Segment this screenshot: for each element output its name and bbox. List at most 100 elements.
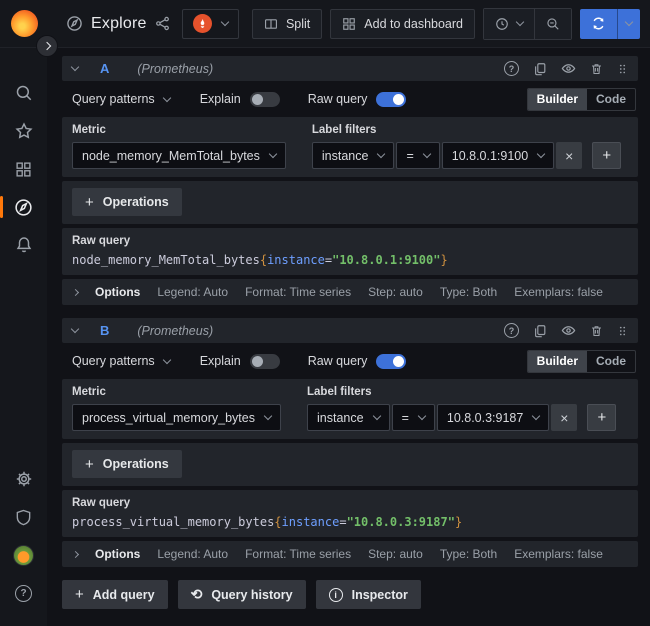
datasource-picker[interactable] [182, 9, 239, 39]
code-tab[interactable]: Code [587, 89, 635, 110]
add-filter-button[interactable] [587, 404, 616, 431]
split-button[interactable]: Split [252, 9, 322, 39]
options-label: Options [95, 547, 140, 561]
plus-icon [85, 195, 94, 210]
label-filter-value-select[interactable]: 10.8.0.3:9187 [437, 404, 549, 431]
builder-tab[interactable]: Builder [528, 89, 587, 110]
info-circle-icon [329, 588, 343, 602]
grafana-logo[interactable] [11, 10, 38, 37]
label-filter-name: instance [317, 411, 364, 425]
sidebar-item-explore[interactable] [0, 188, 47, 226]
remove-filter-button[interactable] [556, 142, 582, 169]
run-query-controls [580, 9, 640, 39]
operations-label: Operations [103, 457, 169, 471]
delete-query-trash-icon[interactable] [590, 62, 603, 76]
drag-handle-icon[interactable] [617, 324, 628, 338]
query-patterns-label: Query patterns [72, 354, 155, 368]
code-tab[interactable]: Code [587, 351, 635, 372]
raw-query-toggle[interactable] [376, 92, 406, 107]
query-header[interactable]: B (Prometheus) [62, 318, 638, 343]
left-sidebar [0, 48, 47, 626]
metric-select[interactable]: node_memory_MemTotal_bytes [72, 142, 286, 169]
sidebar-item-help[interactable] [0, 574, 47, 612]
datasource-help-icon[interactable] [504, 61, 519, 76]
label-filter-name: instance [322, 149, 369, 163]
collapse-chevron-icon[interactable] [71, 63, 79, 71]
hide-query-eye-icon[interactable] [561, 61, 576, 76]
collapse-chevron-icon[interactable] [71, 325, 79, 333]
query-header[interactable]: A (Prometheus) [62, 56, 638, 81]
raw-query-label: Raw query [72, 235, 628, 247]
sidebar-expand-button[interactable] [36, 35, 58, 57]
sidebar-item-profile[interactable] [0, 536, 47, 574]
sidebar-item-server-admin[interactable] [0, 498, 47, 536]
options-row[interactable]: Options Legend: Auto Format: Time series… [62, 541, 638, 567]
metric-value: process_virtual_memory_bytes [82, 411, 255, 425]
inspector-button[interactable]: Inspector [316, 580, 421, 609]
options-row[interactable]: Options Legend: Auto Format: Time series… [62, 279, 638, 305]
sidebar-item-dashboards[interactable] [0, 150, 47, 188]
query-toolbar: Query patterns Explain Raw query Builder… [62, 343, 638, 379]
zoom-out-time-button[interactable] [534, 9, 571, 39]
inspector-label: Inspector [352, 588, 408, 602]
explain-toggle[interactable] [250, 92, 280, 107]
label-filter-op-select[interactable]: = [396, 142, 439, 169]
raw-label: instance [282, 515, 340, 529]
chevron-down-icon [220, 18, 228, 26]
raw-brace-close: } [440, 253, 447, 267]
label-filter-op-select[interactable]: = [392, 404, 435, 431]
query-ref-label: A [100, 61, 109, 76]
refresh-interval-dropdown[interactable] [617, 9, 640, 39]
sidebar-item-search[interactable] [0, 74, 47, 112]
builder-tab[interactable]: Builder [528, 351, 587, 372]
chevron-down-icon [516, 18, 524, 26]
share-icon[interactable] [155, 16, 170, 31]
sidebar-item-settings[interactable] [0, 460, 47, 498]
raw-metric: process_virtual_memory_bytes [72, 515, 274, 529]
drag-handle-icon[interactable] [617, 62, 628, 76]
duplicate-query-icon[interactable] [533, 324, 547, 338]
explain-toggle[interactable] [250, 354, 280, 369]
query-patterns-button[interactable]: Query patterns [72, 354, 170, 368]
label-filters-label: Label filters [312, 124, 621, 136]
time-range-picker-button[interactable] [484, 9, 534, 39]
help-icon [15, 585, 32, 602]
metric-select[interactable]: process_virtual_memory_bytes [72, 404, 281, 431]
label-filter-name-select[interactable]: instance [307, 404, 390, 431]
metric-label: Metric [72, 124, 286, 136]
raw-query-toggle[interactable] [376, 354, 406, 369]
refresh-button[interactable] [580, 9, 617, 39]
chevron-down-icon [537, 150, 545, 158]
plus-icon [75, 587, 84, 602]
options-step: Step: auto [368, 285, 423, 299]
chevron-down-icon [264, 412, 272, 420]
delete-query-trash-icon[interactable] [590, 324, 603, 338]
add-query-button[interactable]: Add query [62, 580, 168, 609]
raw-operator: = [339, 515, 346, 529]
remove-filter-button[interactable] [551, 404, 577, 431]
query-history-label: Query history [211, 588, 292, 602]
add-operation-button[interactable]: Operations [72, 188, 182, 216]
options-legend: Legend: Auto [157, 285, 228, 299]
add-filter-button[interactable] [592, 142, 621, 169]
label-filter-value-select[interactable]: 10.8.0.1:9100 [442, 142, 554, 169]
sidebar-item-alerting[interactable] [0, 226, 47, 264]
query-patterns-button[interactable]: Query patterns [72, 92, 170, 106]
plus-icon [85, 457, 94, 472]
raw-value: "10.8.0.3:9187" [347, 515, 455, 529]
chevron-down-icon [418, 412, 426, 420]
label-filter-name-select[interactable]: instance [312, 142, 395, 169]
add-to-dashboard-button[interactable]: Add to dashboard [330, 9, 475, 39]
options-format: Format: Time series [245, 547, 351, 561]
query-footer-actions: Add query Query history Inspector [62, 580, 638, 609]
hide-query-eye-icon[interactable] [561, 323, 576, 338]
query-history-button[interactable]: Query history [178, 580, 306, 609]
editor-mode-switch: Builder Code [527, 350, 636, 373]
sidebar-item-starred[interactable] [0, 112, 47, 150]
datasource-help-icon[interactable] [504, 323, 519, 338]
add-operation-button[interactable]: Operations [72, 450, 182, 478]
options-exemplars: Exemplars: false [514, 285, 603, 299]
metric-filters-section: Metric node_memory_MemTotal_bytes Label … [62, 117, 638, 177]
duplicate-query-icon[interactable] [533, 62, 547, 76]
operations-section: Operations [62, 443, 638, 486]
